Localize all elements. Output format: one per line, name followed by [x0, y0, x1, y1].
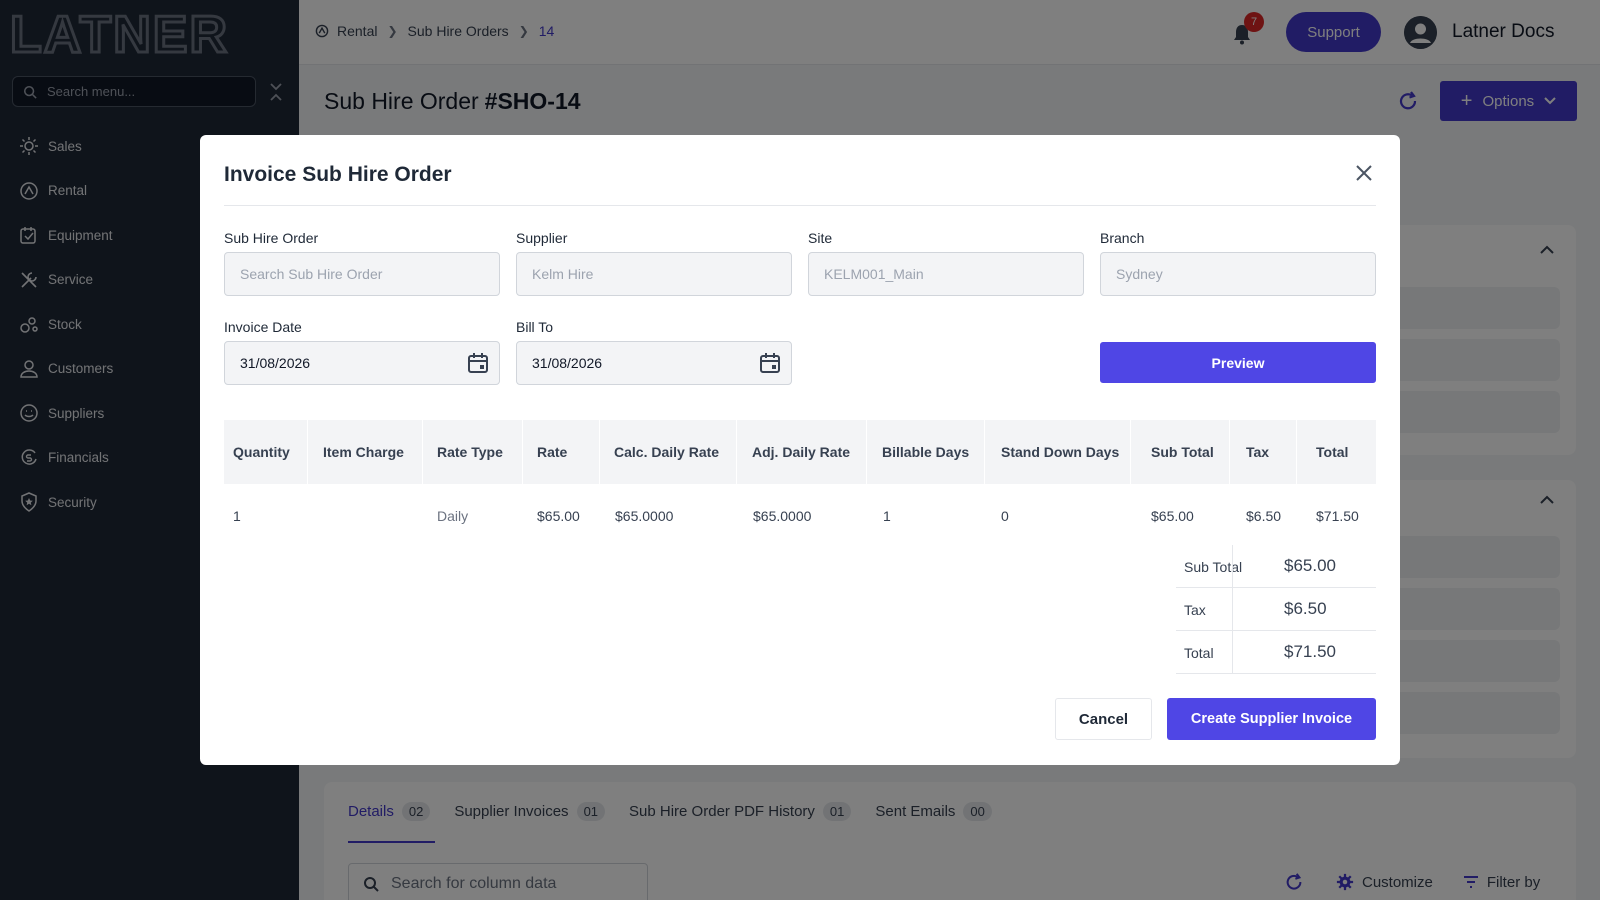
bill-to-input[interactable]: 31/08/2026 [516, 341, 792, 385]
close-icon[interactable] [1355, 164, 1373, 182]
sub-hire-order-input[interactable]: Search Sub Hire Order [224, 252, 500, 296]
cell-sub-total: $65.00 [1151, 508, 1194, 524]
column-header[interactable]: Tax [1246, 420, 1269, 484]
column-header[interactable]: Calc. Daily Rate [614, 420, 719, 484]
supplier-value: Kelm Hire [532, 266, 594, 282]
column-header[interactable]: Item Charge [323, 420, 404, 484]
column-header[interactable]: Total [1316, 420, 1348, 484]
column-divider [522, 420, 523, 484]
cell-calc-daily-rate: $65.0000 [615, 508, 674, 524]
preview-button[interactable]: Preview [1100, 342, 1376, 383]
summary-value: $65.00 [1284, 556, 1336, 575]
column-divider [1296, 420, 1297, 484]
summary-divider [1232, 588, 1233, 631]
cell-tax: $6.50 [1246, 508, 1282, 524]
bill-to-label: Bill To [516, 319, 554, 335]
cancel-button[interactable]: Cancel [1055, 698, 1152, 740]
cell-adj-daily-rate: $65.0000 [753, 508, 812, 524]
calendar-icon[interactable] [467, 352, 489, 374]
divider [224, 205, 1376, 206]
calendar-icon[interactable] [759, 352, 781, 374]
summary-divider [1232, 631, 1233, 674]
invoice-modal: Invoice Sub Hire Order Sub Hire Order Su… [200, 135, 1400, 765]
column-header[interactable]: Sub Total [1151, 420, 1214, 484]
branch-value: Sydney [1116, 266, 1163, 282]
cell-stand-down-days: 0 [1001, 508, 1009, 524]
summary-total: Total $71.50 [1176, 631, 1376, 674]
summary-label: Total [1184, 645, 1214, 661]
summary-label: Tax [1184, 602, 1206, 618]
column-header[interactable]: Rate [537, 420, 567, 484]
column-divider [866, 420, 867, 484]
invoice-date-value: 31/08/2026 [240, 355, 311, 371]
summary-divider [1232, 545, 1233, 588]
column-header[interactable]: Adj. Daily Rate [752, 420, 850, 484]
summary-sub-total: Sub Total $65.00 [1176, 545, 1376, 588]
site-field: KELM001_Main [808, 252, 1084, 296]
summary-tax: Tax $6.50 [1176, 588, 1376, 631]
sub-hire-order-label: Sub Hire Order [224, 230, 319, 246]
invoice-date-label: Invoice Date [224, 319, 302, 335]
column-header[interactable]: Quantity [233, 420, 290, 484]
summary-value: $6.50 [1284, 599, 1327, 618]
cell-rate: $65.00 [537, 508, 580, 524]
column-divider [422, 420, 423, 484]
column-header[interactable]: Stand Down Days [1001, 420, 1119, 484]
cell-total: $71.50 [1316, 508, 1359, 524]
cell-quantity: 1 [233, 508, 241, 524]
column-header[interactable]: Rate Type [437, 420, 503, 484]
supplier-label: Supplier [516, 230, 568, 246]
site-label: Site [808, 230, 833, 246]
column-divider [736, 420, 737, 484]
cell-rate-type: Daily [437, 508, 469, 524]
bill-to-value: 31/08/2026 [532, 355, 603, 371]
supplier-field: Kelm Hire [516, 252, 792, 296]
branch-field: Sydney [1100, 252, 1376, 296]
invoice-date-input[interactable]: 31/08/2026 [224, 341, 500, 385]
summary-label: Sub Total [1184, 559, 1243, 575]
sub-hire-order-placeholder: Search Sub Hire Order [240, 266, 383, 282]
column-divider [307, 420, 308, 484]
column-divider [1229, 420, 1230, 484]
site-value: KELM001_Main [824, 266, 924, 282]
create-supplier-invoice-button[interactable]: Create Supplier Invoice [1167, 698, 1376, 740]
modal-title: Invoice Sub Hire Order [224, 163, 452, 186]
column-header[interactable]: Billable Days [882, 420, 969, 484]
column-divider [1130, 420, 1131, 484]
column-divider [984, 420, 985, 484]
summary-value: $71.50 [1284, 642, 1336, 661]
column-divider [599, 420, 600, 484]
branch-label: Branch [1100, 230, 1145, 246]
invoice-table-header: Quantity Item Charge Rate Type Rate Calc… [224, 420, 1376, 484]
cell-billable-days: 1 [883, 508, 891, 524]
